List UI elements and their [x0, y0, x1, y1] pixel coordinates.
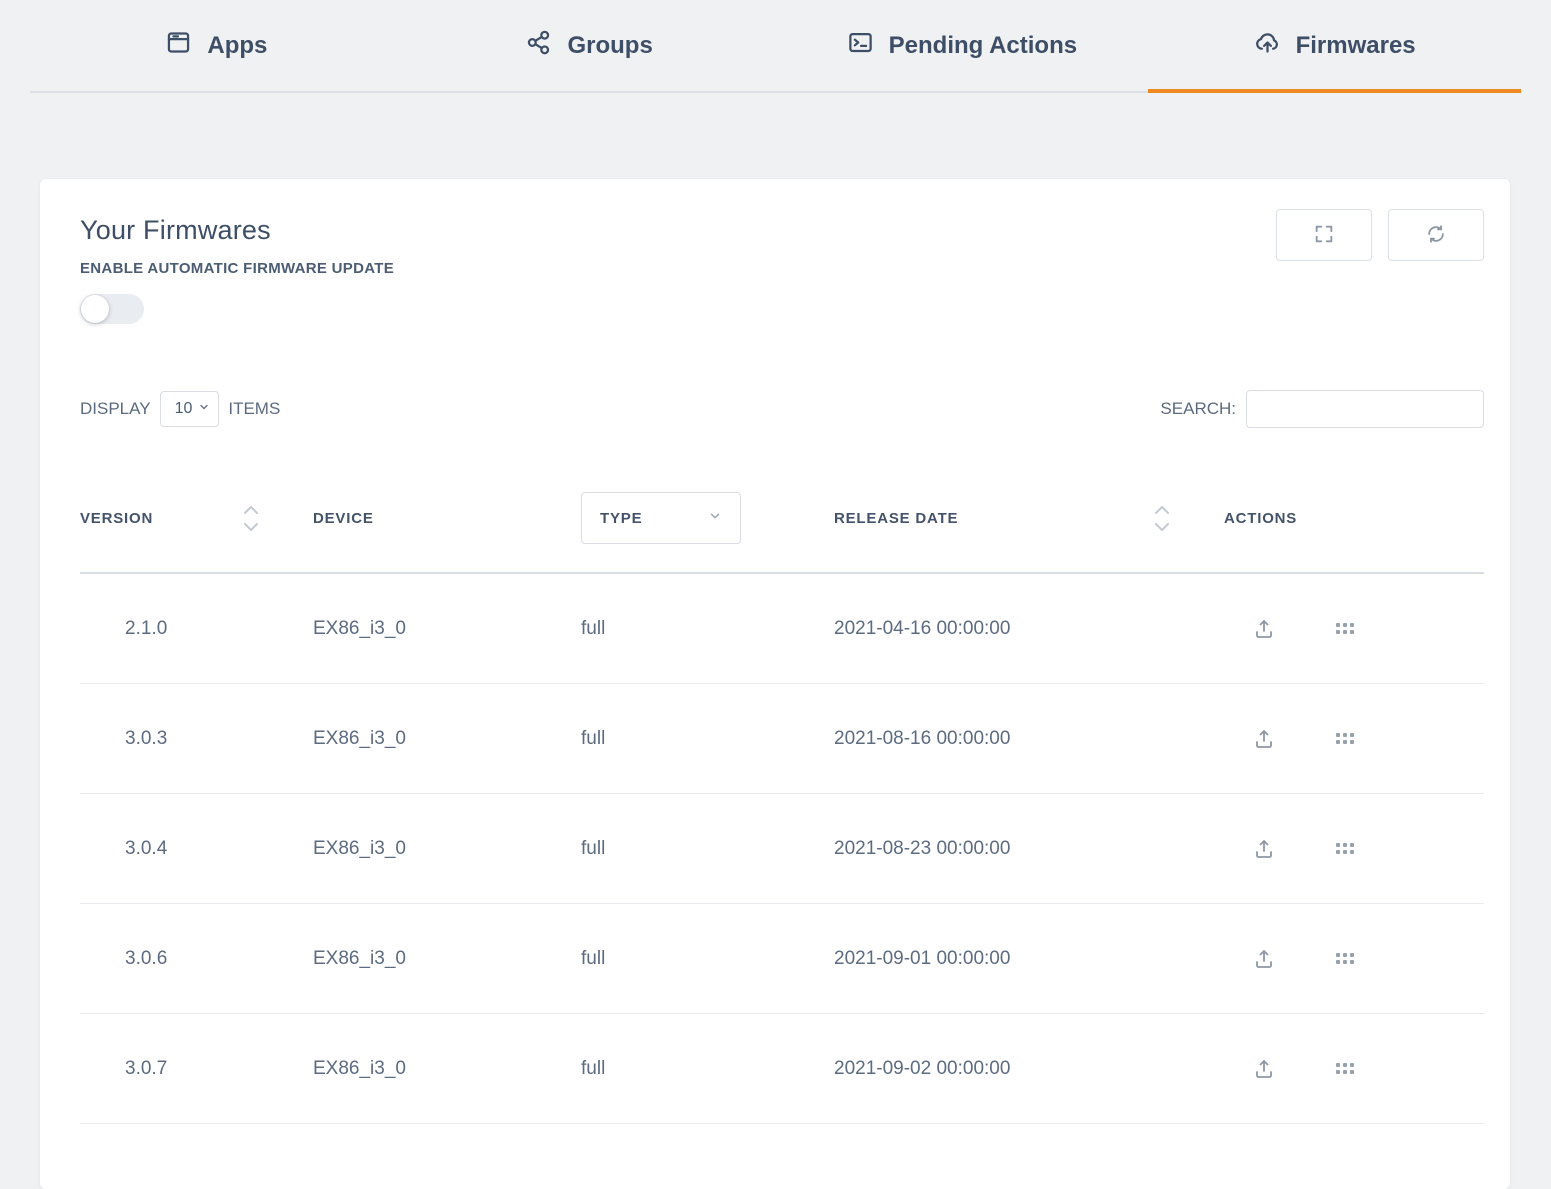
more-actions-grid-icon[interactable] — [1336, 733, 1354, 744]
column-header-release-date[interactable]: RELEASE DATE — [834, 506, 1224, 531]
column-header-actions: ACTIONS — [1224, 510, 1484, 527]
cell-version: 3.0.7 — [80, 1058, 313, 1080]
cell-actions — [1224, 947, 1484, 971]
chevron-down-icon — [198, 400, 210, 418]
table-row: 3.0.4 EX86_i3_0 full 2021-08-23 00:00:00 — [80, 794, 1484, 904]
tab-firmwares[interactable]: Firmwares — [1148, 0, 1521, 91]
column-label: RELEASE DATE — [834, 510, 958, 527]
cell-type: full — [581, 728, 834, 750]
more-actions-grid-icon[interactable] — [1336, 843, 1354, 854]
upload-icon[interactable] — [1252, 837, 1276, 861]
cell-type: full — [581, 1058, 834, 1080]
cell-version: 2.1.0 — [80, 618, 313, 640]
top-tabbar: Apps Groups Pending Actions Firmwares — [30, 0, 1521, 93]
cell-device: EX86_i3_0 — [313, 728, 581, 750]
table-row: 3.0.3 EX86_i3_0 full 2021-08-16 00:00:00 — [80, 684, 1484, 794]
cell-release-date: 2021-09-01 00:00:00 — [834, 948, 1224, 970]
column-header-type: TYPE — [581, 492, 834, 544]
display-count-value: 10 — [175, 400, 193, 418]
table-row: 2.1.0 EX86_i3_0 full 2021-04-16 00:00:00 — [80, 574, 1484, 684]
tab-label: Groups — [567, 32, 652, 60]
cell-type: full — [581, 948, 834, 970]
more-actions-grid-icon[interactable] — [1336, 623, 1354, 634]
cell-actions — [1224, 1057, 1484, 1081]
firmwares-panel: Your Firmwares ENABLE AUTOMATIC FIRMWARE… — [40, 179, 1510, 1189]
cell-type: full — [581, 838, 834, 860]
upload-icon[interactable] — [1252, 947, 1276, 971]
cell-release-date: 2021-08-16 00:00:00 — [834, 728, 1224, 750]
refresh-button[interactable] — [1388, 209, 1484, 261]
table-controls: DISPLAY 10 ITEMS SEARCH: — [80, 390, 1484, 428]
tab-pending-actions[interactable]: Pending Actions — [776, 0, 1149, 91]
search-input[interactable] — [1246, 390, 1484, 428]
refresh-icon — [1425, 223, 1447, 248]
column-label: VERSION — [80, 510, 153, 527]
apps-icon — [165, 29, 192, 63]
tab-label: Apps — [207, 32, 267, 60]
cell-device: EX86_i3_0 — [313, 618, 581, 640]
cell-actions — [1224, 837, 1484, 861]
table-row: 3.0.6 EX86_i3_0 full 2021-09-01 00:00:00 — [80, 904, 1484, 1014]
panel-header-left: Your Firmwares ENABLE AUTOMATIC FIRMWARE… — [80, 215, 394, 324]
search-label: SEARCH: — [1160, 399, 1236, 419]
search-group: SEARCH: — [1160, 390, 1484, 428]
tab-groups[interactable]: Groups — [403, 0, 776, 91]
table-row: 3.0.7 EX86_i3_0 full 2021-09-02 00:00:00 — [80, 1014, 1484, 1124]
tab-label: Pending Actions — [889, 32, 1077, 60]
cell-version: 3.0.4 — [80, 838, 313, 860]
cell-device: EX86_i3_0 — [313, 1058, 581, 1080]
display-count-select[interactable]: 10 — [160, 391, 220, 427]
cell-device: EX86_i3_0 — [313, 948, 581, 970]
panel-header: Your Firmwares ENABLE AUTOMATIC FIRMWARE… — [80, 215, 1484, 324]
cell-actions — [1224, 617, 1484, 641]
cell-version: 3.0.6 — [80, 948, 313, 970]
auto-update-label: ENABLE AUTOMATIC FIRMWARE UPDATE — [80, 260, 394, 277]
panel-header-buttons — [1276, 209, 1484, 261]
groups-icon — [525, 29, 552, 63]
firmware-table-header: VERSION DEVICE TYPE RELEASE DATE — [80, 464, 1484, 574]
upload-icon[interactable] — [1252, 727, 1276, 751]
cell-release-date: 2021-08-23 00:00:00 — [834, 838, 1224, 860]
display-count-group: DISPLAY 10 ITEMS — [80, 391, 280, 427]
column-header-version[interactable]: VERSION — [80, 506, 313, 531]
panel-title: Your Firmwares — [80, 215, 394, 246]
fullscreen-button[interactable] — [1276, 209, 1372, 261]
auto-update-toggle[interactable] — [80, 294, 144, 324]
terminal-icon — [847, 29, 874, 63]
column-header-device[interactable]: DEVICE — [313, 510, 581, 527]
upload-icon[interactable] — [1252, 617, 1276, 641]
more-actions-grid-icon[interactable] — [1336, 953, 1354, 964]
tab-apps[interactable]: Apps — [30, 0, 403, 91]
cell-actions — [1224, 727, 1484, 751]
cell-device: EX86_i3_0 — [313, 838, 581, 860]
type-filter-label: TYPE — [600, 510, 642, 527]
more-actions-grid-icon[interactable] — [1336, 1063, 1354, 1074]
cell-type: full — [581, 618, 834, 640]
items-label: ITEMS — [228, 399, 280, 419]
toggle-knob — [81, 295, 109, 323]
sort-arrows-icon — [244, 506, 258, 531]
tab-label: Firmwares — [1296, 32, 1416, 60]
sort-arrows-icon — [1155, 506, 1169, 531]
cell-version: 3.0.3 — [80, 728, 313, 750]
upload-icon[interactable] — [1252, 1057, 1276, 1081]
display-label: DISPLAY — [80, 399, 151, 419]
firmware-table-body: 2.1.0 EX86_i3_0 full 2021-04-16 00:00:00… — [80, 574, 1484, 1124]
type-filter-dropdown[interactable]: TYPE — [581, 492, 741, 544]
cell-release-date: 2021-04-16 00:00:00 — [834, 618, 1224, 640]
cell-release-date: 2021-09-02 00:00:00 — [834, 1058, 1224, 1080]
cloud-upload-icon — [1254, 29, 1281, 63]
fullscreen-icon — [1313, 223, 1335, 248]
chevron-down-icon — [708, 509, 722, 528]
firmware-table: VERSION DEVICE TYPE RELEASE DATE — [80, 464, 1484, 1124]
